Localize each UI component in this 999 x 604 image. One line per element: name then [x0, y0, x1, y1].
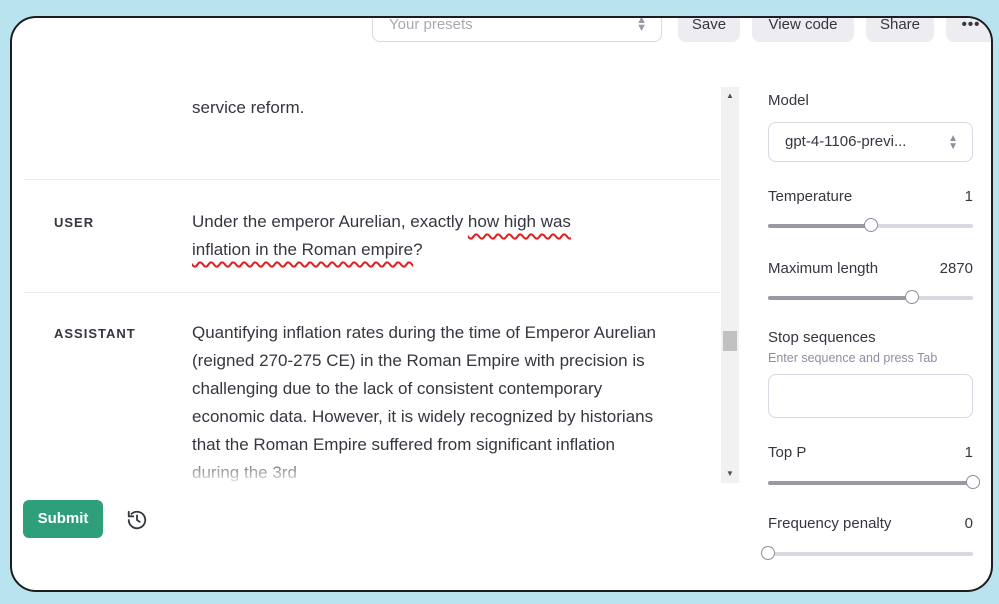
message-divider — [24, 292, 720, 293]
stop-sequences-label: Stop sequences — [768, 329, 876, 346]
slider-fill — [768, 296, 912, 300]
slider-handle[interactable] — [761, 546, 775, 560]
history-icon[interactable] — [126, 509, 148, 531]
frequency-penalty-slider[interactable] — [761, 546, 973, 560]
scroll-fade — [24, 454, 720, 494]
model-value: gpt-4-1106-previ... — [785, 133, 907, 150]
presets-placeholder: Your presets — [389, 16, 473, 33]
frequency-penalty-value[interactable]: 0 — [965, 515, 973, 532]
chevron-updown-icon: ▲ ▼ — [948, 133, 958, 152]
top-p-value[interactable]: 1 — [965, 444, 973, 461]
message-divider — [24, 179, 720, 180]
max-length-label: Maximum length — [768, 260, 879, 277]
message-text-user[interactable]: Under the emperor Aurelian, exactly how … — [192, 208, 662, 264]
slider-handle[interactable] — [966, 475, 980, 489]
slider-fill — [768, 224, 871, 228]
role-label-assistant[interactable]: ASSISTANT — [54, 326, 136, 341]
playground-window: Your presets ▲ ▼ Save View code Share •••… — [10, 16, 993, 592]
temperature-slider[interactable] — [768, 218, 973, 232]
presets-select[interactable]: Your presets ▲ ▼ — [372, 16, 662, 42]
scroll-up-arrow-icon[interactable]: ▲ — [721, 87, 739, 105]
save-button[interactable]: Save — [678, 18, 740, 42]
slider-handle[interactable] — [863, 218, 878, 232]
model-label: Model — [768, 92, 809, 109]
submit-button[interactable]: Submit — [23, 500, 103, 538]
stop-sequences-hint: Enter sequence and press Tab — [768, 351, 938, 365]
chat-thread: service reform. USER Under the emperor A… — [24, 54, 720, 494]
slider-fill — [768, 481, 973, 485]
max-length-value[interactable]: 2870 — [940, 260, 973, 277]
scrollbar-thumb[interactable] — [723, 331, 737, 351]
stop-sequences-input[interactable] — [768, 374, 973, 418]
temperature-value[interactable]: 1 — [965, 188, 973, 205]
chat-scrollbar[interactable]: ▲ ▼ — [721, 87, 739, 483]
model-select[interactable]: gpt-4-1106-previ... ▲ ▼ — [768, 122, 973, 162]
role-label-user[interactable]: USER — [54, 215, 94, 230]
top-p-label: Top P — [768, 444, 807, 461]
scroll-down-arrow-icon[interactable]: ▼ — [721, 465, 739, 483]
max-length-slider[interactable] — [768, 290, 973, 304]
message-text[interactable]: service reform. — [192, 94, 662, 122]
chevron-updown-icon: ▲ ▼ — [636, 16, 647, 34]
temperature-label: Temperature — [768, 188, 853, 205]
frequency-penalty-label: Frequency penalty — [768, 515, 892, 532]
top-p-slider[interactable] — [768, 475, 980, 489]
slider-handle[interactable] — [904, 290, 919, 304]
settings-panel: Model gpt-4-1106-previ... ▲ ▼ Temperature… — [761, 18, 980, 590]
